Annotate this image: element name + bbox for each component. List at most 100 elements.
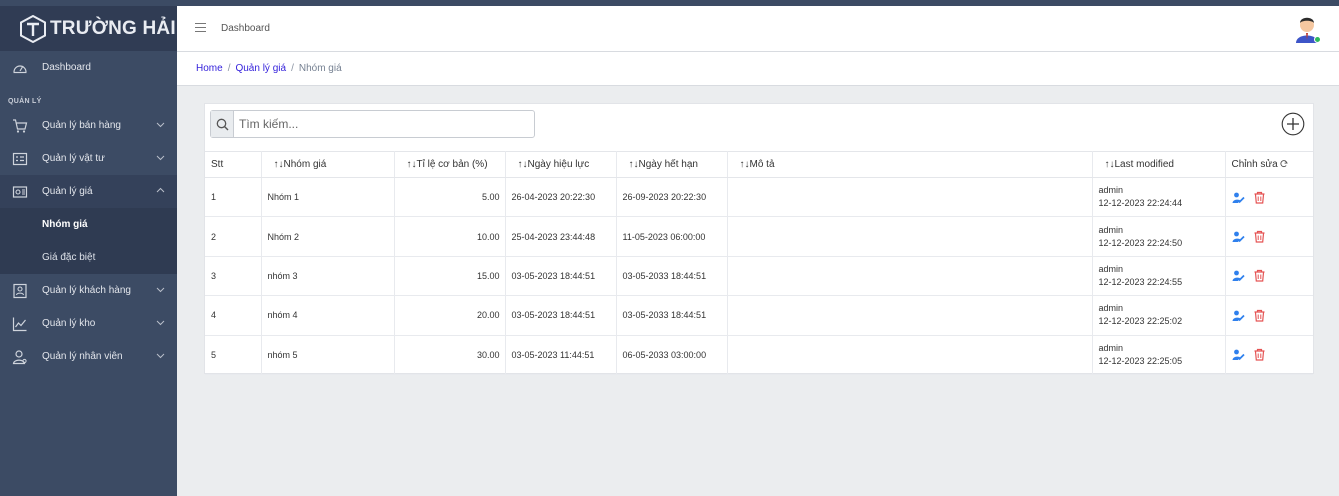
- cell-actions: [1225, 335, 1313, 375]
- cell-description: [727, 177, 1093, 218]
- sidebar-item-label: Quản lý vật tư: [42, 153, 105, 164]
- cell-group: Nhóm 1: [261, 177, 395, 218]
- edit-user-icon[interactable]: [1232, 191, 1245, 204]
- list-box-icon: [12, 152, 28, 165]
- sidebar: TRƯỜNG HẢI Dashboard QUẢN LÝ Quản lý bán…: [0, 6, 177, 496]
- sidebar-item-label: Quản lý bán hàng: [42, 120, 121, 131]
- modified-by: admin: [1098, 263, 1124, 274]
- column-header-expiry-date[interactable]: ↑↓Ngày hết hạn: [616, 151, 728, 178]
- cell-group: Nhóm 2: [261, 216, 395, 257]
- price-group-table: Stt ↑↓Nhóm giá ↑↓Tỉ lệ cơ bản (%) ↑↓Ngày…: [205, 151, 1313, 375]
- add-button-icon[interactable]: [1281, 112, 1305, 136]
- modified-date: 12-12-2023 22:25:02: [1098, 316, 1183, 327]
- cart-icon: [13, 118, 28, 133]
- cell-group: nhóm 5: [261, 335, 395, 375]
- edit-user-icon[interactable]: [1232, 309, 1245, 322]
- delete-icon[interactable]: [1253, 191, 1266, 204]
- cell-rate: 5.00: [394, 177, 506, 218]
- breadcrumb-pricing[interactable]: Quản lý giá: [235, 63, 286, 74]
- sidebar-subitem-special-price[interactable]: Giá đặc biệt: [0, 241, 177, 274]
- column-header-group[interactable]: ↑↓Nhóm giá: [261, 151, 395, 178]
- cell-stt: 3: [205, 256, 262, 297]
- edit-user-icon[interactable]: [1232, 230, 1245, 243]
- table-row[interactable]: 1 Nhóm 1 5.00 26-04-2023 20:22:30 26-09-…: [205, 177, 1313, 218]
- cell-stt: 2: [205, 216, 262, 257]
- delete-icon[interactable]: [1253, 269, 1266, 283]
- cell-effective-date: 25-04-2023 23:44:48: [505, 216, 617, 257]
- cell-rate: 15.00: [394, 256, 506, 297]
- cell-rate: 10.00: [394, 216, 506, 257]
- brand-logo-icon: [20, 14, 46, 43]
- cell-effective-date: 03-05-2023 18:44:51: [505, 295, 617, 336]
- speedometer-icon: [13, 64, 27, 73]
- sidebar-item-staff[interactable]: Quản lý nhân viên: [0, 340, 177, 373]
- header-dashboard-link[interactable]: Dashboard: [221, 23, 270, 34]
- cell-expiry-date: 26-09-2023 20:22:30: [616, 177, 728, 218]
- cell-last-modified: admin 12-12-2023 22:25:05: [1092, 335, 1226, 375]
- cell-last-modified: admin 12-12-2023 22:24:55: [1092, 256, 1226, 297]
- cell-group: nhóm 3: [261, 256, 395, 297]
- sidebar-item-sales[interactable]: Quản lý bán hàng: [0, 109, 177, 142]
- sidebar-item-label: Quản lý kho: [42, 318, 96, 329]
- top-header: Dashboard: [177, 6, 1339, 52]
- cell-actions: [1225, 177, 1313, 218]
- column-header-stt: Stt: [205, 151, 262, 178]
- chevron-down-icon: [156, 320, 165, 326]
- brand[interactable]: TRƯỜNG HẢI: [0, 6, 177, 51]
- cell-description: [727, 295, 1093, 336]
- chevron-up-icon: [156, 187, 165, 193]
- sidebar-item-dashboard[interactable]: Dashboard: [0, 51, 177, 84]
- delete-icon[interactable]: [1253, 230, 1266, 243]
- cell-effective-date: 03-05-2023 11:44:51: [505, 335, 617, 375]
- delete-icon[interactable]: [1253, 309, 1266, 322]
- column-header-rate[interactable]: ↑↓Tỉ lệ cơ bản (%): [394, 151, 506, 178]
- cell-last-modified: admin 12-12-2023 22:24:44: [1092, 177, 1226, 218]
- edit-user-icon[interactable]: [1232, 269, 1245, 282]
- sidebar-subitem-price-group[interactable]: Nhóm giá: [0, 208, 177, 241]
- column-header-effective-date[interactable]: ↑↓Ngày hiệu lực: [505, 151, 617, 178]
- modified-date: 12-12-2023 22:24:55: [1098, 276, 1183, 287]
- delete-icon[interactable]: [1253, 348, 1266, 361]
- modified-by: admin: [1098, 185, 1124, 196]
- breadcrumb-separator: /: [227, 63, 231, 74]
- staff-icon: [12, 349, 27, 364]
- breadcrumb-home[interactable]: Home: [196, 63, 223, 74]
- search-button[interactable]: [211, 111, 234, 137]
- table-row[interactable]: 2 Nhóm 2 10.00 25-04-2023 23:44:48 11-05…: [205, 216, 1313, 257]
- cell-actions: [1225, 295, 1313, 336]
- table-row[interactable]: 3 nhóm 3 15.00 03-05-2023 18:44:51 03-05…: [205, 256, 1313, 297]
- column-header-description[interactable]: ↑↓Mô tả: [727, 151, 1093, 178]
- breadcrumb: Home / Quản lý giá / Nhóm giá: [196, 63, 342, 74]
- modified-by: admin: [1098, 342, 1124, 353]
- user-avatar[interactable]: [1293, 14, 1321, 44]
- table-row[interactable]: 4 nhóm 4 20.00 03-05-2023 18:44:51 03-05…: [205, 295, 1313, 336]
- chevron-down-icon: [156, 353, 165, 359]
- modified-date: 12-12-2023 22:24:50: [1098, 237, 1183, 248]
- sidebar-item-label: Quản lý khách hàng: [42, 285, 131, 296]
- sidebar-item-label: Quản lý giá: [42, 186, 93, 197]
- search-icon: [216, 118, 228, 130]
- sidebar-item-materials[interactable]: Quản lý vật tư: [0, 142, 177, 175]
- chevron-down-icon: [156, 155, 165, 161]
- cell-group: nhóm 4: [261, 295, 395, 336]
- cell-rate: 30.00: [394, 335, 506, 375]
- hamburger-menu-icon[interactable]: [195, 22, 206, 33]
- sidebar-item-label: Quản lý nhân viên: [42, 351, 123, 362]
- cell-description: [727, 335, 1093, 375]
- cell-expiry-date: 03-05-2033 18:44:51: [616, 256, 728, 297]
- cell-expiry-date: 03-05-2033 18:44:51: [616, 295, 728, 336]
- column-header-last-modified[interactable]: ↑↓Last modified: [1092, 151, 1226, 178]
- table-row[interactable]: 5 nhóm 5 30.00 03-05-2023 11:44:51 06-05…: [205, 335, 1313, 375]
- edit-user-icon[interactable]: [1232, 348, 1245, 361]
- cell-description: [727, 256, 1093, 297]
- chevron-down-icon: [156, 122, 165, 128]
- sidebar-item-warehouse[interactable]: Quản lý kho: [0, 307, 177, 340]
- search-input[interactable]: [234, 111, 534, 137]
- refresh-icon[interactable]: [1280, 160, 1289, 168]
- price-tag-icon: [12, 185, 28, 198]
- nav-section-title: QUẢN LÝ: [8, 98, 42, 105]
- cell-actions: [1225, 216, 1313, 257]
- sidebar-item-customers[interactable]: Quản lý khách hàng: [0, 274, 177, 307]
- sidebar-item-pricing[interactable]: Quản lý giá: [0, 175, 177, 208]
- cell-expiry-date: 06-05-2033 03:00:00: [616, 335, 728, 375]
